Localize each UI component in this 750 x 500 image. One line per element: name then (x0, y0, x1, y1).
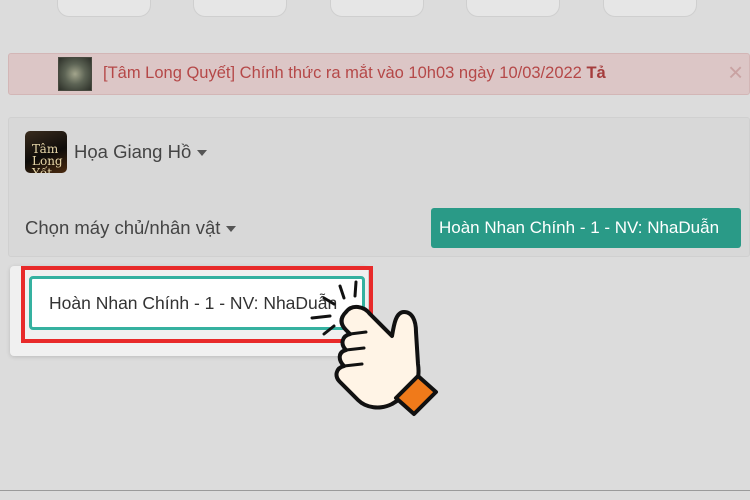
tap-ray (322, 296, 336, 306)
game-icon: Tâm Long Yết (25, 131, 67, 173)
close-icon[interactable]: × (728, 57, 743, 87)
tap-ray (338, 284, 346, 300)
pointing-hand-icon (310, 280, 438, 416)
game-select-dropdown[interactable]: Họa Giang Hồ (74, 141, 208, 163)
announcement-thumbnail (58, 57, 92, 91)
tap-ray (322, 324, 336, 336)
server-select-label: Chọn máy chủ/nhân vật (25, 217, 221, 238)
announcement-text[interactable]: [Tâm Long Quyết] Chính thức ra mắt vào 1… (103, 64, 675, 83)
tap-ray (310, 314, 332, 320)
announcement-banner: [Tâm Long Quyết] Chính thức ra mắt vào 1… (8, 53, 750, 95)
top-tab-4[interactable] (466, 0, 560, 17)
selected-character-badge[interactable]: Hoàn Nhan Chính - 1 - NV: NhaDuẫn (431, 208, 741, 248)
top-tab-2[interactable] (193, 0, 287, 17)
caret-down-icon (226, 226, 237, 233)
top-tab-3[interactable] (330, 0, 424, 17)
top-tab-5[interactable] (603, 0, 697, 17)
tap-ray (353, 280, 358, 298)
game-select-label: Họa Giang Hồ (74, 141, 192, 162)
bottom-divider (0, 490, 750, 491)
server-select-dropdown[interactable]: Chọn máy chủ/nhân vật (25, 217, 237, 239)
top-tab-1[interactable] (57, 0, 151, 17)
caret-down-icon (197, 150, 208, 157)
